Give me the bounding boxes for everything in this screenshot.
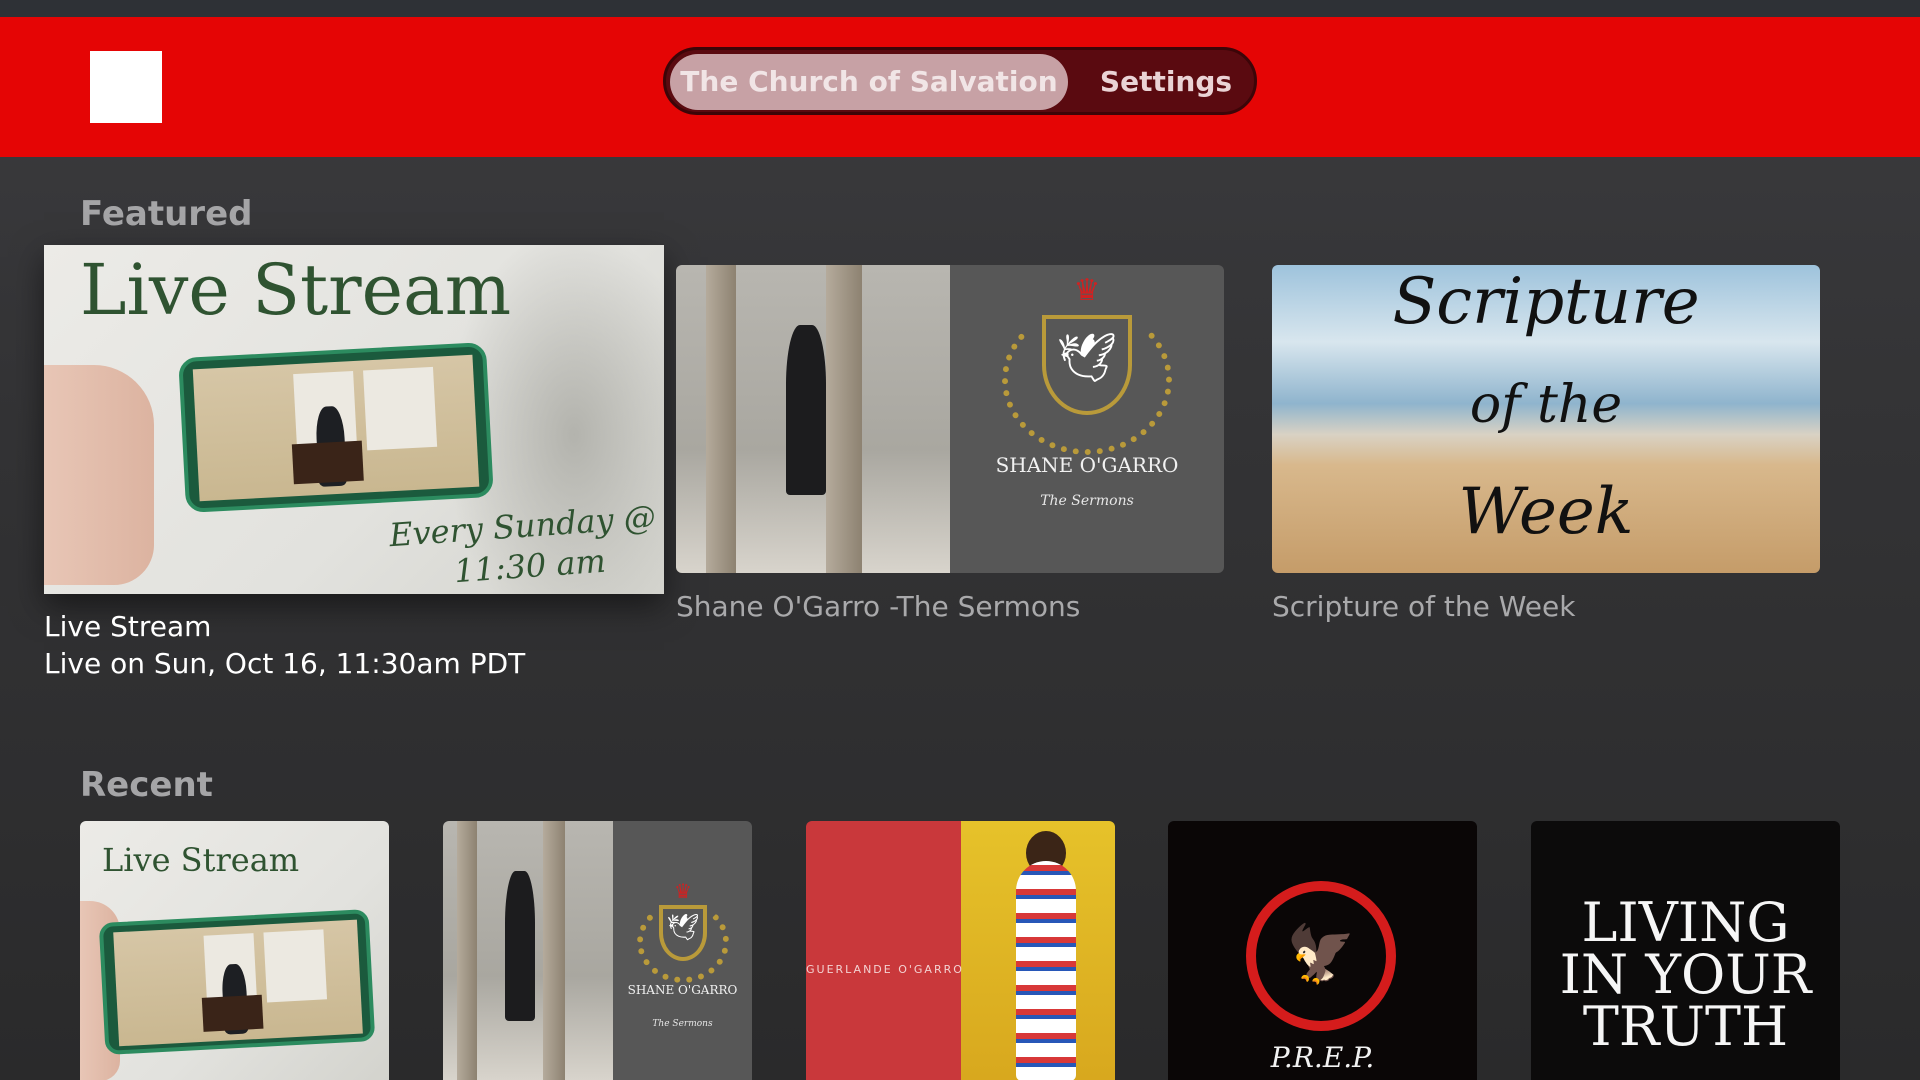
- artwork-line-3: TRUTH: [1582, 995, 1789, 1058]
- artwork-window: [263, 929, 328, 1003]
- artwork-line-2: of the: [1469, 375, 1623, 435]
- artwork-subtitle: The Sermons: [1040, 493, 1134, 509]
- recent-guerlande-tile[interactable]: GUERLANDE O'GARRO: [806, 821, 1115, 1080]
- recent-live-stream-tile[interactable]: Live Stream: [80, 821, 389, 1080]
- artwork-person: [505, 871, 535, 1021]
- artwork-tree: [706, 265, 736, 573]
- top-bar: The Church of Salvation Settings: [0, 17, 1920, 157]
- artwork-panel: ♛ 🕊 SHANE O'GARRO The Sermons: [950, 265, 1224, 573]
- eagle-icon: 🦅: [1286, 922, 1356, 987]
- recent-section-title: Recent: [80, 765, 213, 805]
- artwork-person: [786, 325, 826, 495]
- artwork-photo: [443, 821, 613, 1080]
- artwork-line-1: LIVING: [1581, 891, 1790, 954]
- artwork-subtitle: The Sermons: [652, 1019, 713, 1029]
- artwork-panel: ♛ 🕊 SHANE O'GARRO The Sermons: [613, 821, 752, 1080]
- artwork-phone: [178, 342, 494, 513]
- artwork-left-panel: [806, 821, 961, 1080]
- artwork-tree: [543, 821, 565, 1080]
- artwork-name: SHANE O'GARRO: [627, 983, 738, 997]
- dove-icon: 🕊: [1056, 330, 1118, 386]
- featured-sermons-title: Shane O'Garro -The Sermons: [676, 590, 1081, 623]
- artwork-line-1: Scripture: [1392, 265, 1700, 339]
- artwork-screen: [192, 354, 480, 502]
- crown-icon: ♛: [1073, 273, 1101, 308]
- artwork-podium: [291, 440, 364, 485]
- featured-live-stream-tile[interactable]: Live Stream Every Sunday @ 11:30 am: [44, 245, 664, 594]
- artwork-person: [1016, 861, 1076, 1080]
- artwork-window: [363, 366, 438, 451]
- artwork-name: GUERLANDE O'GARRO: [806, 963, 964, 976]
- artwork-tree: [457, 821, 477, 1080]
- dove-icon: 🕊: [666, 913, 700, 943]
- artwork-line-3: Week: [1458, 475, 1634, 549]
- featured-scripture-title: Scripture of the Week: [1272, 590, 1576, 623]
- artwork-tree: [826, 265, 862, 573]
- recent-prep-tile[interactable]: 🦅 P.R.E.P.: [1168, 821, 1477, 1080]
- artwork-name: SHANE O'GARRO: [995, 453, 1179, 477]
- featured-section-title: Featured: [80, 194, 253, 234]
- featured-sermons-tile[interactable]: ♛ 🕊 SHANE O'GARRO The Sermons: [676, 265, 1224, 573]
- artwork-title: P.R.E.P.: [1270, 1041, 1375, 1074]
- app-logo: [90, 51, 162, 123]
- artwork-phone: [98, 909, 376, 1055]
- artwork-title: Live Stream: [80, 249, 512, 331]
- tab-settings[interactable]: Settings: [1086, 54, 1246, 110]
- artwork-screen: [113, 919, 363, 1047]
- artwork-photo: [676, 265, 950, 573]
- featured-scripture-tile[interactable]: Scripture of the Week: [1272, 265, 1820, 573]
- crown-icon: ♛: [674, 879, 692, 903]
- artwork-hand: [44, 365, 154, 585]
- artwork-podium: [201, 994, 264, 1032]
- recent-sermons-tile[interactable]: ♛ 🕊 SHANE O'GARRO The Sermons: [443, 821, 752, 1080]
- recent-living-in-your-truth-tile[interactable]: LIVING IN YOUR TRUTH: [1531, 821, 1840, 1080]
- featured-live-stream-title: Live Stream: [44, 610, 212, 643]
- top-strip: [0, 0, 1920, 17]
- tab-bar: The Church of Salvation Settings: [663, 47, 1257, 115]
- artwork-title: Live Stream: [102, 841, 300, 879]
- artwork-line-2: IN YOUR: [1559, 943, 1812, 1006]
- featured-live-stream-subtitle: Live on Sun, Oct 16, 11:30am PDT: [44, 647, 526, 680]
- tab-church-of-salvation[interactable]: The Church of Salvation: [670, 54, 1068, 110]
